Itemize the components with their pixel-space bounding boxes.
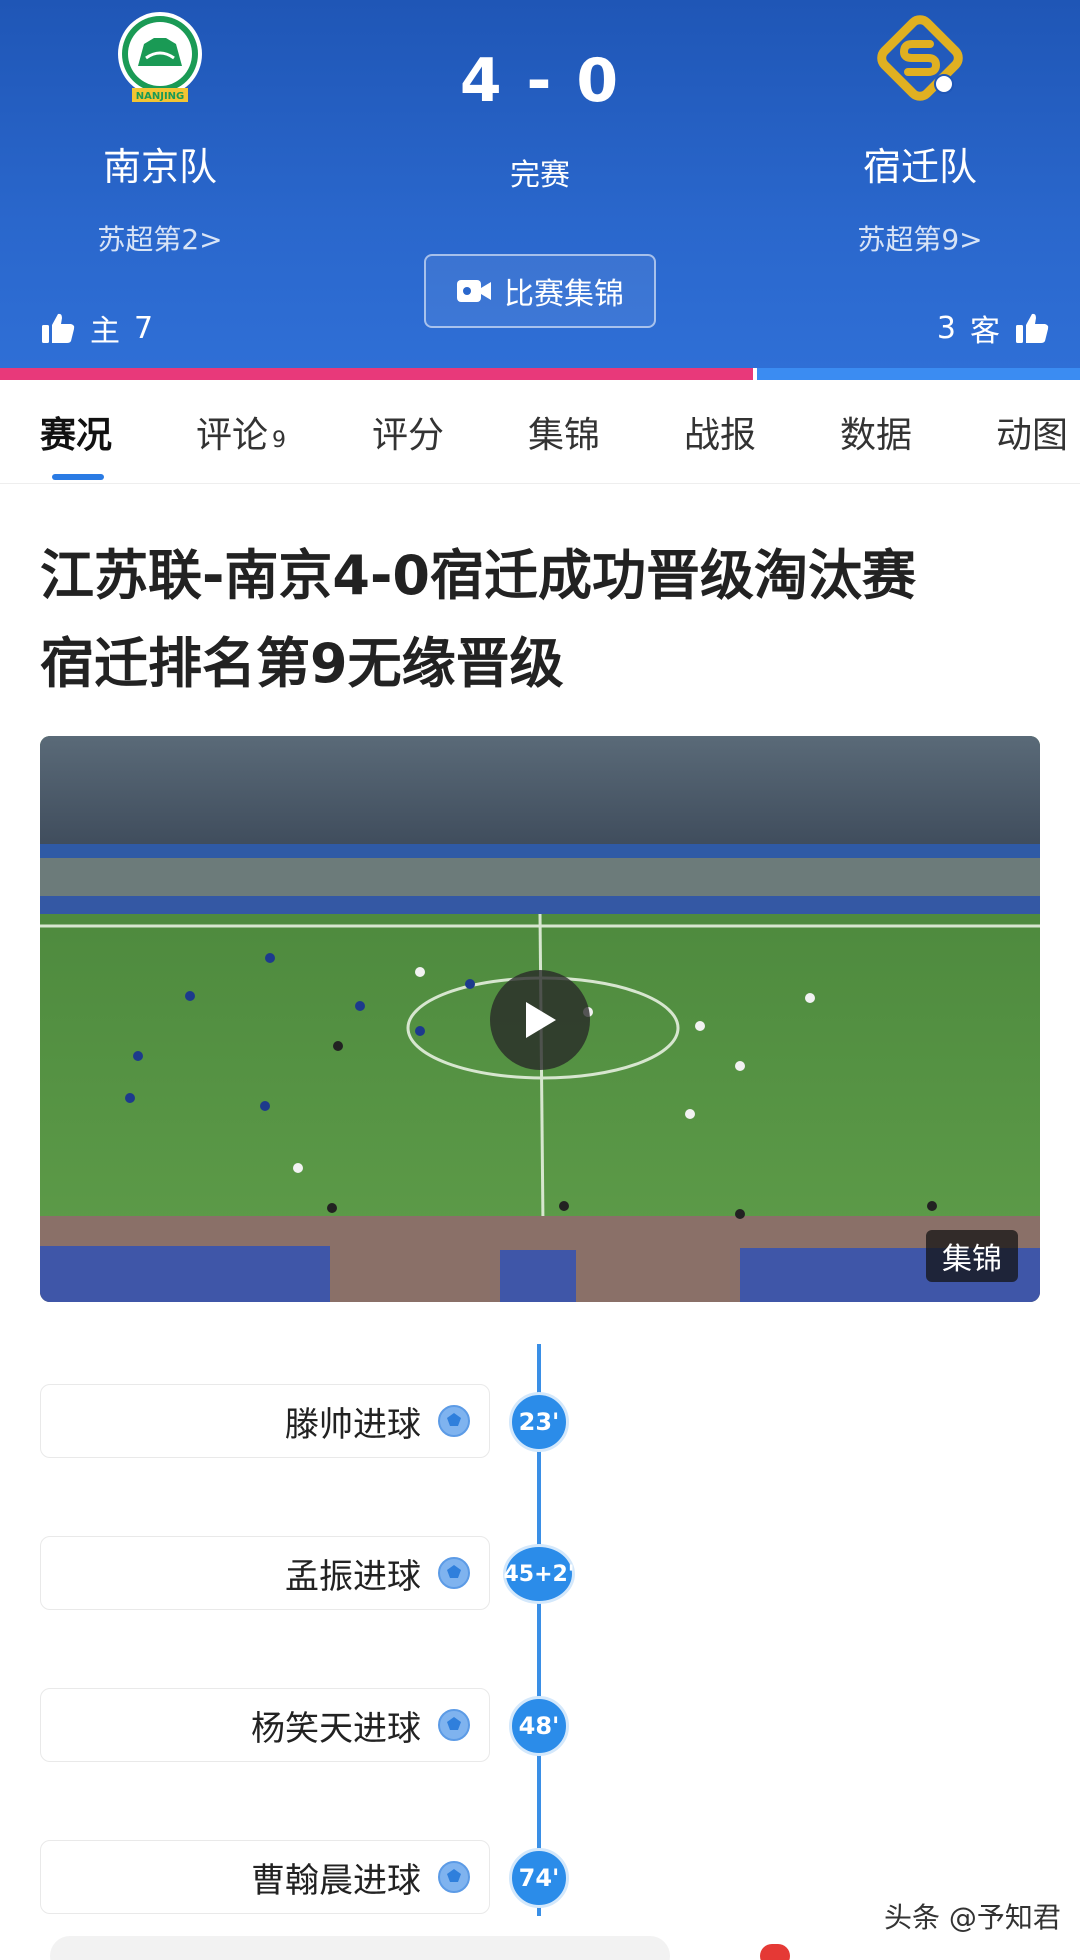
thumbs-up-icon — [42, 313, 75, 343]
tab-comments[interactable]: 评论 9 — [196, 406, 286, 458]
home-side-label: 主 — [90, 314, 120, 349]
goal-event[interactable]: 孟振进球 — [40, 1536, 490, 1610]
video-tag: 集锦 — [926, 1230, 1018, 1282]
comment-input-bar[interactable] — [50, 1936, 670, 1960]
article-headline: 江苏联-南京4-0宿迁成功晋级淘汰赛 宿迁排名第9无缘晋级 — [40, 532, 1040, 708]
away-likes-count: 3 — [936, 310, 956, 346]
goal-minute-badge: 45+2' — [503, 1544, 575, 1604]
match-highlights-label: 比赛集锦 — [504, 277, 624, 312]
video-camera-icon — [457, 280, 491, 302]
play-button[interactable] — [490, 970, 590, 1070]
goal-minute-badge: 74' — [509, 1848, 569, 1908]
tab-bar: 赛况 评论 9 评分 集锦 战报 数据 动图 — [0, 380, 1080, 484]
goal-minute-badge: 48' — [509, 1696, 569, 1756]
tab-stats[interactable]: 数据 — [840, 406, 912, 458]
soccer-ball-icon — [438, 1557, 470, 1589]
highlight-video[interactable]: 集锦 — [40, 736, 1040, 1302]
match-status: 完赛 — [510, 158, 570, 193]
away-side-label: 客 — [970, 314, 1000, 349]
suqian-logo-icon — [877, 15, 963, 101]
home-likes[interactable]: 主 7 — [40, 306, 153, 350]
tab-ratings[interactable]: 评分 — [372, 406, 444, 458]
match-score: 4 - 0 — [459, 46, 621, 116]
active-tab-indicator — [52, 474, 104, 480]
away-team-name: 宿迁队 — [862, 145, 977, 189]
tab-match[interactable]: 赛况 — [40, 406, 112, 458]
goal-event-text: 滕帅进球 — [285, 1404, 421, 1445]
tab-gifs[interactable]: 动图 — [996, 406, 1068, 458]
away-team-rank[interactable]: 苏超第9> — [760, 218, 1080, 258]
support-ratio-bar — [0, 368, 1080, 380]
away-likes[interactable]: 3 客 — [937, 306, 1050, 350]
away-support-fill — [757, 368, 1080, 380]
tab-report[interactable]: 战报 — [684, 406, 756, 458]
thumbs-up-icon — [1016, 313, 1049, 343]
match-highlights-button[interactable]: 比赛集锦 — [424, 254, 656, 328]
goal-event-text: 孟振进球 — [285, 1556, 421, 1597]
goal-event-text: 杨笑天进球 — [251, 1708, 421, 1749]
play-icon — [526, 1002, 556, 1038]
home-team-rank[interactable]: 苏超第2> — [0, 218, 320, 258]
tab-highlights[interactable]: 集锦 — [528, 406, 600, 458]
soccer-ball-icon — [438, 1861, 470, 1893]
goal-event-text: 曹翰晨进球 — [251, 1860, 421, 1901]
goal-event[interactable]: 滕帅进球 — [40, 1384, 490, 1458]
headline-line-2: 宿迁排名第9无缘晋级 — [40, 632, 564, 695]
headline-line-1: 江苏联-南京4-0宿迁成功晋级淘汰赛 — [40, 544, 916, 607]
notification-badge — [760, 1944, 790, 1960]
home-likes-count: 7 — [134, 310, 154, 346]
soccer-ball-icon — [438, 1709, 470, 1741]
goal-minute-badge: 23' — [509, 1392, 569, 1452]
nanjing-logo-icon: NANJING — [118, 12, 202, 102]
svg-text:NANJING: NANJING — [136, 91, 185, 102]
goal-event[interactable]: 曹翰晨进球 — [40, 1840, 490, 1914]
source-watermark: 头条 @予知君 — [884, 1901, 1061, 1934]
match-header: NANJING 南京队 苏超第2> 4 - 0 完赛 宿迁队 苏超第9> 比赛集… — [0, 0, 1080, 370]
goal-event[interactable]: 杨笑天进球 — [40, 1688, 490, 1762]
home-team-name: 南京队 — [102, 145, 217, 189]
home-support-fill — [0, 368, 753, 380]
soccer-ball-icon — [438, 1405, 470, 1437]
tab-comments-count: 9 — [272, 428, 287, 453]
